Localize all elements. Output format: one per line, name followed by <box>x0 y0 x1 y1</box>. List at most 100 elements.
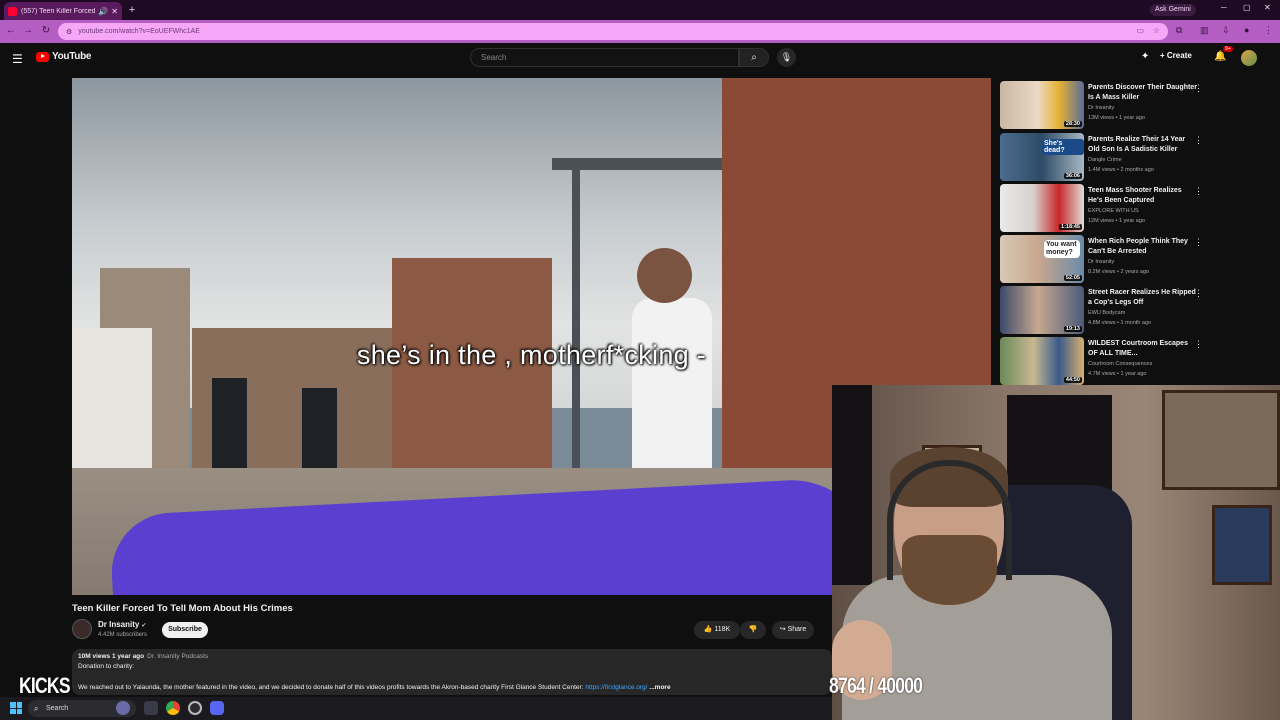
kebab-icon[interactable]: ⋮ <box>1194 237 1203 248</box>
create-button[interactable]: + Create <box>1160 51 1192 60</box>
account-avatar[interactable] <box>1241 50 1257 66</box>
youtube-header: ☰ YouTube Search ⌕ 🎙 ✦ + Create 🔔 9+ <box>0 43 1280 73</box>
profile-icon[interactable]: ● <box>1244 25 1249 35</box>
recommendation-channel[interactable]: Courtroom Consequences <box>1088 361 1152 367</box>
kebab-icon[interactable]: ⋮ <box>1194 135 1203 146</box>
recommendation-item[interactable]: She's dead? 36:06 Parents Realize Their … <box>1000 133 1215 181</box>
voice-search-button[interactable]: 🎙 <box>777 48 796 67</box>
duration-badge: 28:30 <box>1063 121 1082 127</box>
bell-icon[interactable]: 🔔 <box>1214 51 1226 62</box>
recommendation-title[interactable]: When Rich People Think They Can't Be Arr… <box>1088 237 1198 256</box>
sidebar-icon[interactable]: ▥ <box>1200 25 1209 36</box>
subscribe-button[interactable]: Subscribe <box>162 622 208 638</box>
description-tag[interactable]: Dr. Insanity Podcasts <box>147 653 208 660</box>
webcam-curtain <box>832 385 872 585</box>
search-button[interactable]: ⌕ <box>739 48 769 67</box>
minimize-icon[interactable]: ─ <box>1221 3 1227 12</box>
recommendation-channel[interactable]: EWU Bodycam <box>1088 310 1125 316</box>
recommendation-title[interactable]: Teen Mass Shooter Realizes He's Been Cap… <box>1088 186 1198 205</box>
extensions-icon[interactable]: ⧉ <box>1176 25 1182 36</box>
bookmark-star-icon[interactable]: ☆ <box>1153 26 1160 35</box>
recommendation-channel[interactable]: Dangle Crime <box>1088 157 1122 163</box>
recommendation-channel[interactable]: Dr Insanity <box>1088 259 1114 265</box>
recommendation-thumbnail[interactable]: 28:30 <box>1000 81 1084 129</box>
description-meta: 10M views 1 year ago Dr. Insanity Podcast… <box>78 653 208 660</box>
cast-icon[interactable]: ✦ <box>1141 51 1149 62</box>
channel-avatar[interactable] <box>72 619 92 639</box>
new-tab-icon[interactable]: + <box>126 4 138 16</box>
more-button[interactable]: ...more <box>649 684 670 691</box>
duration-badge: 19:13 <box>1063 326 1082 332</box>
notification-badge: 9+ <box>1223 46 1233 52</box>
recommendation-channel[interactable]: EXPLORE WITH US <box>1088 208 1139 214</box>
audio-icon[interactable]: 🔊 <box>98 7 108 16</box>
recommendation-title[interactable]: WILDEST Courtroom Escapes OF ALL TIME... <box>1088 339 1198 358</box>
webcam-overlay <box>832 385 1280 720</box>
browser-menu-icon[interactable]: ⋮ <box>1264 25 1273 36</box>
kebab-icon[interactable]: ⋮ <box>1194 288 1203 299</box>
taskbar-app-icon[interactable] <box>116 701 130 715</box>
address-bar[interactable]: ⚙ youtube.com/watch?v=EoUEFWhc1AE ▭ ☆ <box>58 23 1168 40</box>
thumbs-down-icon: 👎 <box>748 626 758 633</box>
url-text: youtube.com/watch?v=EoUEFWhc1AE <box>78 28 200 35</box>
chrome-icon[interactable] <box>166 701 180 715</box>
recommendation-title[interactable]: Parents Realize Their 14 Year Old Son Is… <box>1088 135 1198 154</box>
description-line: Donation to charity: <box>78 663 135 670</box>
description-link[interactable]: https://firstglance.org/ <box>585 684 647 691</box>
video-title: Teen Killer Forced To Tell Mom About His… <box>72 603 293 614</box>
video-frame-building <box>392 258 552 488</box>
channel-name[interactable]: Dr Insanity ✔ <box>98 620 146 629</box>
recommendation-thumbnail[interactable]: 44:50 <box>1000 337 1084 385</box>
kebab-icon[interactable]: ⋮ <box>1194 339 1203 350</box>
share-icon: ↪ <box>779 626 786 633</box>
recommendation-thumbnail[interactable]: You want money? 52:05 <box>1000 235 1084 283</box>
recommendation-meta: 8.2M views • 2 years ago <box>1088 269 1150 275</box>
recommendation-thumbnail[interactable]: 1:18:45 <box>1000 184 1084 232</box>
share-button[interactable]: ↪ Share <box>772 621 814 639</box>
recommendation-item[interactable]: 28:30 Parents Discover Their Daughter Is… <box>1000 81 1215 129</box>
video-frame-person-head <box>637 248 692 303</box>
site-info-icon[interactable]: ⚙ <box>66 28 72 36</box>
taskbar-app-icon[interactable] <box>188 701 202 715</box>
hamburger-icon[interactable]: ☰ <box>12 52 23 66</box>
youtube-favicon-icon <box>8 6 17 16</box>
tab-close-icon[interactable]: ✕ <box>111 7 118 16</box>
dislike-button[interactable]: 👎 <box>740 621 766 639</box>
recommendation-item[interactable]: You want money? 52:05 When Rich People T… <box>1000 235 1215 283</box>
browser-toolbar: ← → ↻ ⚙ youtube.com/watch?v=EoUEFWhc1AE … <box>0 20 1280 43</box>
recommendation-title[interactable]: Parents Discover Their Daughter Is A Mas… <box>1088 83 1198 102</box>
discord-icon[interactable] <box>210 701 224 715</box>
subscriber-count: 4.42M subscribers <box>98 632 148 638</box>
screen: (557) Teen Killer Forced To 🔊 ✕ + Ask Ge… <box>0 0 1280 720</box>
kebab-icon[interactable]: ⋮ <box>1194 186 1203 197</box>
taskbar: ⌕ Search <box>0 697 832 720</box>
install-icon[interactable]: ▭ <box>1136 26 1144 35</box>
recommendation-thumbnail[interactable]: 19:13 <box>1000 286 1084 334</box>
like-button[interactable]: 👍 118K <box>694 621 740 639</box>
windows-start-icon[interactable] <box>10 702 22 714</box>
recommendation-meta: 4.7M views • 1 year ago <box>1088 371 1147 377</box>
recommendation-channel[interactable]: Dr Insanity <box>1088 105 1114 111</box>
task-view-icon[interactable] <box>144 701 158 715</box>
browser-tab-active[interactable]: (557) Teen Killer Forced To 🔊 ✕ <box>4 2 122 20</box>
recommendation-item[interactable]: 19:13 Street Racer Realizes He Ripped a … <box>1000 286 1215 334</box>
duration-badge: 36:06 <box>1063 173 1082 179</box>
forward-icon[interactable]: → <box>22 25 34 36</box>
maximize-icon[interactable]: ▢ <box>1243 3 1251 12</box>
video-frame-gate <box>552 158 722 170</box>
youtube-logo[interactable]: YouTube <box>36 51 92 62</box>
thumbnail-text: She's dead? <box>1042 139 1084 155</box>
close-window-icon[interactable]: ✕ <box>1264 3 1271 12</box>
recommendation-meta: 1.4M views • 2 months ago <box>1088 167 1154 173</box>
recommendation-thumbnail[interactable]: She's dead? 36:06 <box>1000 133 1084 181</box>
back-icon[interactable]: ← <box>5 25 17 36</box>
search-icon: ⌕ <box>751 52 757 63</box>
recommendation-item[interactable]: 1:18:45 Teen Mass Shooter Realizes He's … <box>1000 184 1215 232</box>
search-input[interactable]: Search <box>470 48 739 67</box>
ask-gemini-button[interactable]: Ask Gemini <box>1150 4 1196 16</box>
kebab-icon[interactable]: ⋮ <box>1194 83 1203 94</box>
reload-icon[interactable]: ↻ <box>40 25 52 36</box>
downloads-icon[interactable]: ⇩ <box>1222 25 1230 36</box>
recommendation-item[interactable]: 44:50 WILDEST Courtroom Escapes OF ALL T… <box>1000 337 1215 385</box>
recommendation-title[interactable]: Street Racer Realizes He Ripped a Cop's … <box>1088 288 1198 307</box>
